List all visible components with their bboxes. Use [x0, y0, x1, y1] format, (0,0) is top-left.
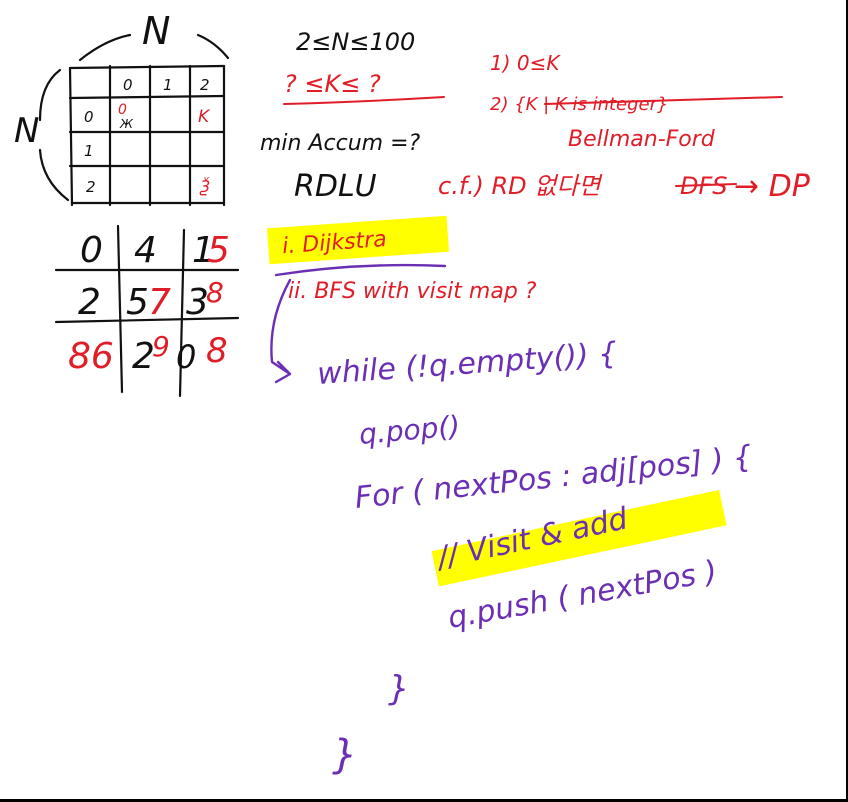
handwritten-notes: N N 0 1 2 0 1 2 0 Ж K Ѯ 2≤N≤100 ? ≤K≤ ? …	[14, 9, 811, 778]
example-cell-1-1: 5	[126, 282, 149, 323]
code-close-inner: }	[388, 669, 410, 709]
grid-row-header-0: 0	[84, 108, 94, 126]
example-cell-2-0-red: 86	[68, 336, 114, 377]
example-grid: 0 4 1 5 2 5 7 3 8 86 2 9 0 8	[54, 224, 240, 398]
code-while: while (!q.empty()) {	[316, 336, 618, 392]
code-pop: q.pop()	[358, 409, 462, 451]
grid-label-left: N	[14, 111, 39, 151]
grid-col-header-0: 0	[123, 76, 133, 94]
grid-col-header-1: 1	[163, 76, 173, 94]
example-cell-0-1: 4	[134, 230, 157, 271]
grid-cell-k: K	[198, 107, 211, 127]
grid-cell-start: 0	[118, 102, 127, 118]
code-close-outer: }	[332, 732, 357, 778]
bfs-title: ii. BFS with visit map ?	[288, 279, 537, 304]
grid-cell-start-sub: Ж	[119, 117, 134, 131]
k-note-1: 1) 0≤K	[490, 51, 561, 75]
whiteboard-canvas[interactable]: N N 0 1 2 0 1 2 0 Ж K Ѯ 2≤N≤100 ? ≤K≤ ? …	[0, 0, 848, 802]
k-note-2: 2) {K | K is integer}	[490, 94, 668, 115]
k-notes: 1) 0≤K 2) {K | K is integer} Bellman-For…	[438, 51, 811, 204]
grid-row-header-2: 2	[86, 178, 96, 196]
directions: RDLU	[294, 169, 377, 204]
example-cell-2-2-red: 8	[206, 331, 228, 371]
example-cell-2-2: 0	[176, 338, 196, 376]
grid-col-header-2: 2	[200, 76, 210, 94]
constraint-n: 2≤N≤100	[296, 28, 415, 56]
bellman-ford: Bellman-Ford	[568, 127, 716, 152]
example-cell-1-1-red: 7	[148, 282, 171, 323]
constraint-k: ? ≤K≤ ?	[284, 70, 381, 98]
constraints: 2≤N≤100 ? ≤K≤ ? min Accum =? RDLU	[260, 28, 445, 204]
grid-diagram: N N 0 1 2 0 1 2 0 Ж K Ѯ	[14, 9, 230, 207]
cf-note-dp: → DP	[734, 169, 811, 204]
example-cell-2-1-red: 9	[152, 330, 170, 363]
grid-cell-end: Ѯ	[199, 176, 210, 196]
grid-row-header-1: 1	[84, 142, 94, 160]
example-cell-1-0: 2	[78, 282, 101, 323]
grid-label-top: N	[142, 9, 170, 53]
bfs-code: while (!q.empty()) { q.pop() For ( nextP…	[316, 336, 754, 778]
example-cell-0-2-red: 5	[207, 230, 230, 271]
cf-note-prefix: c.f.) RD 없다면	[438, 172, 603, 200]
min-accum: min Accum =?	[260, 131, 421, 156]
example-cell-1-2-red: 8	[206, 276, 224, 309]
example-cell-0-0: 0	[80, 230, 103, 271]
